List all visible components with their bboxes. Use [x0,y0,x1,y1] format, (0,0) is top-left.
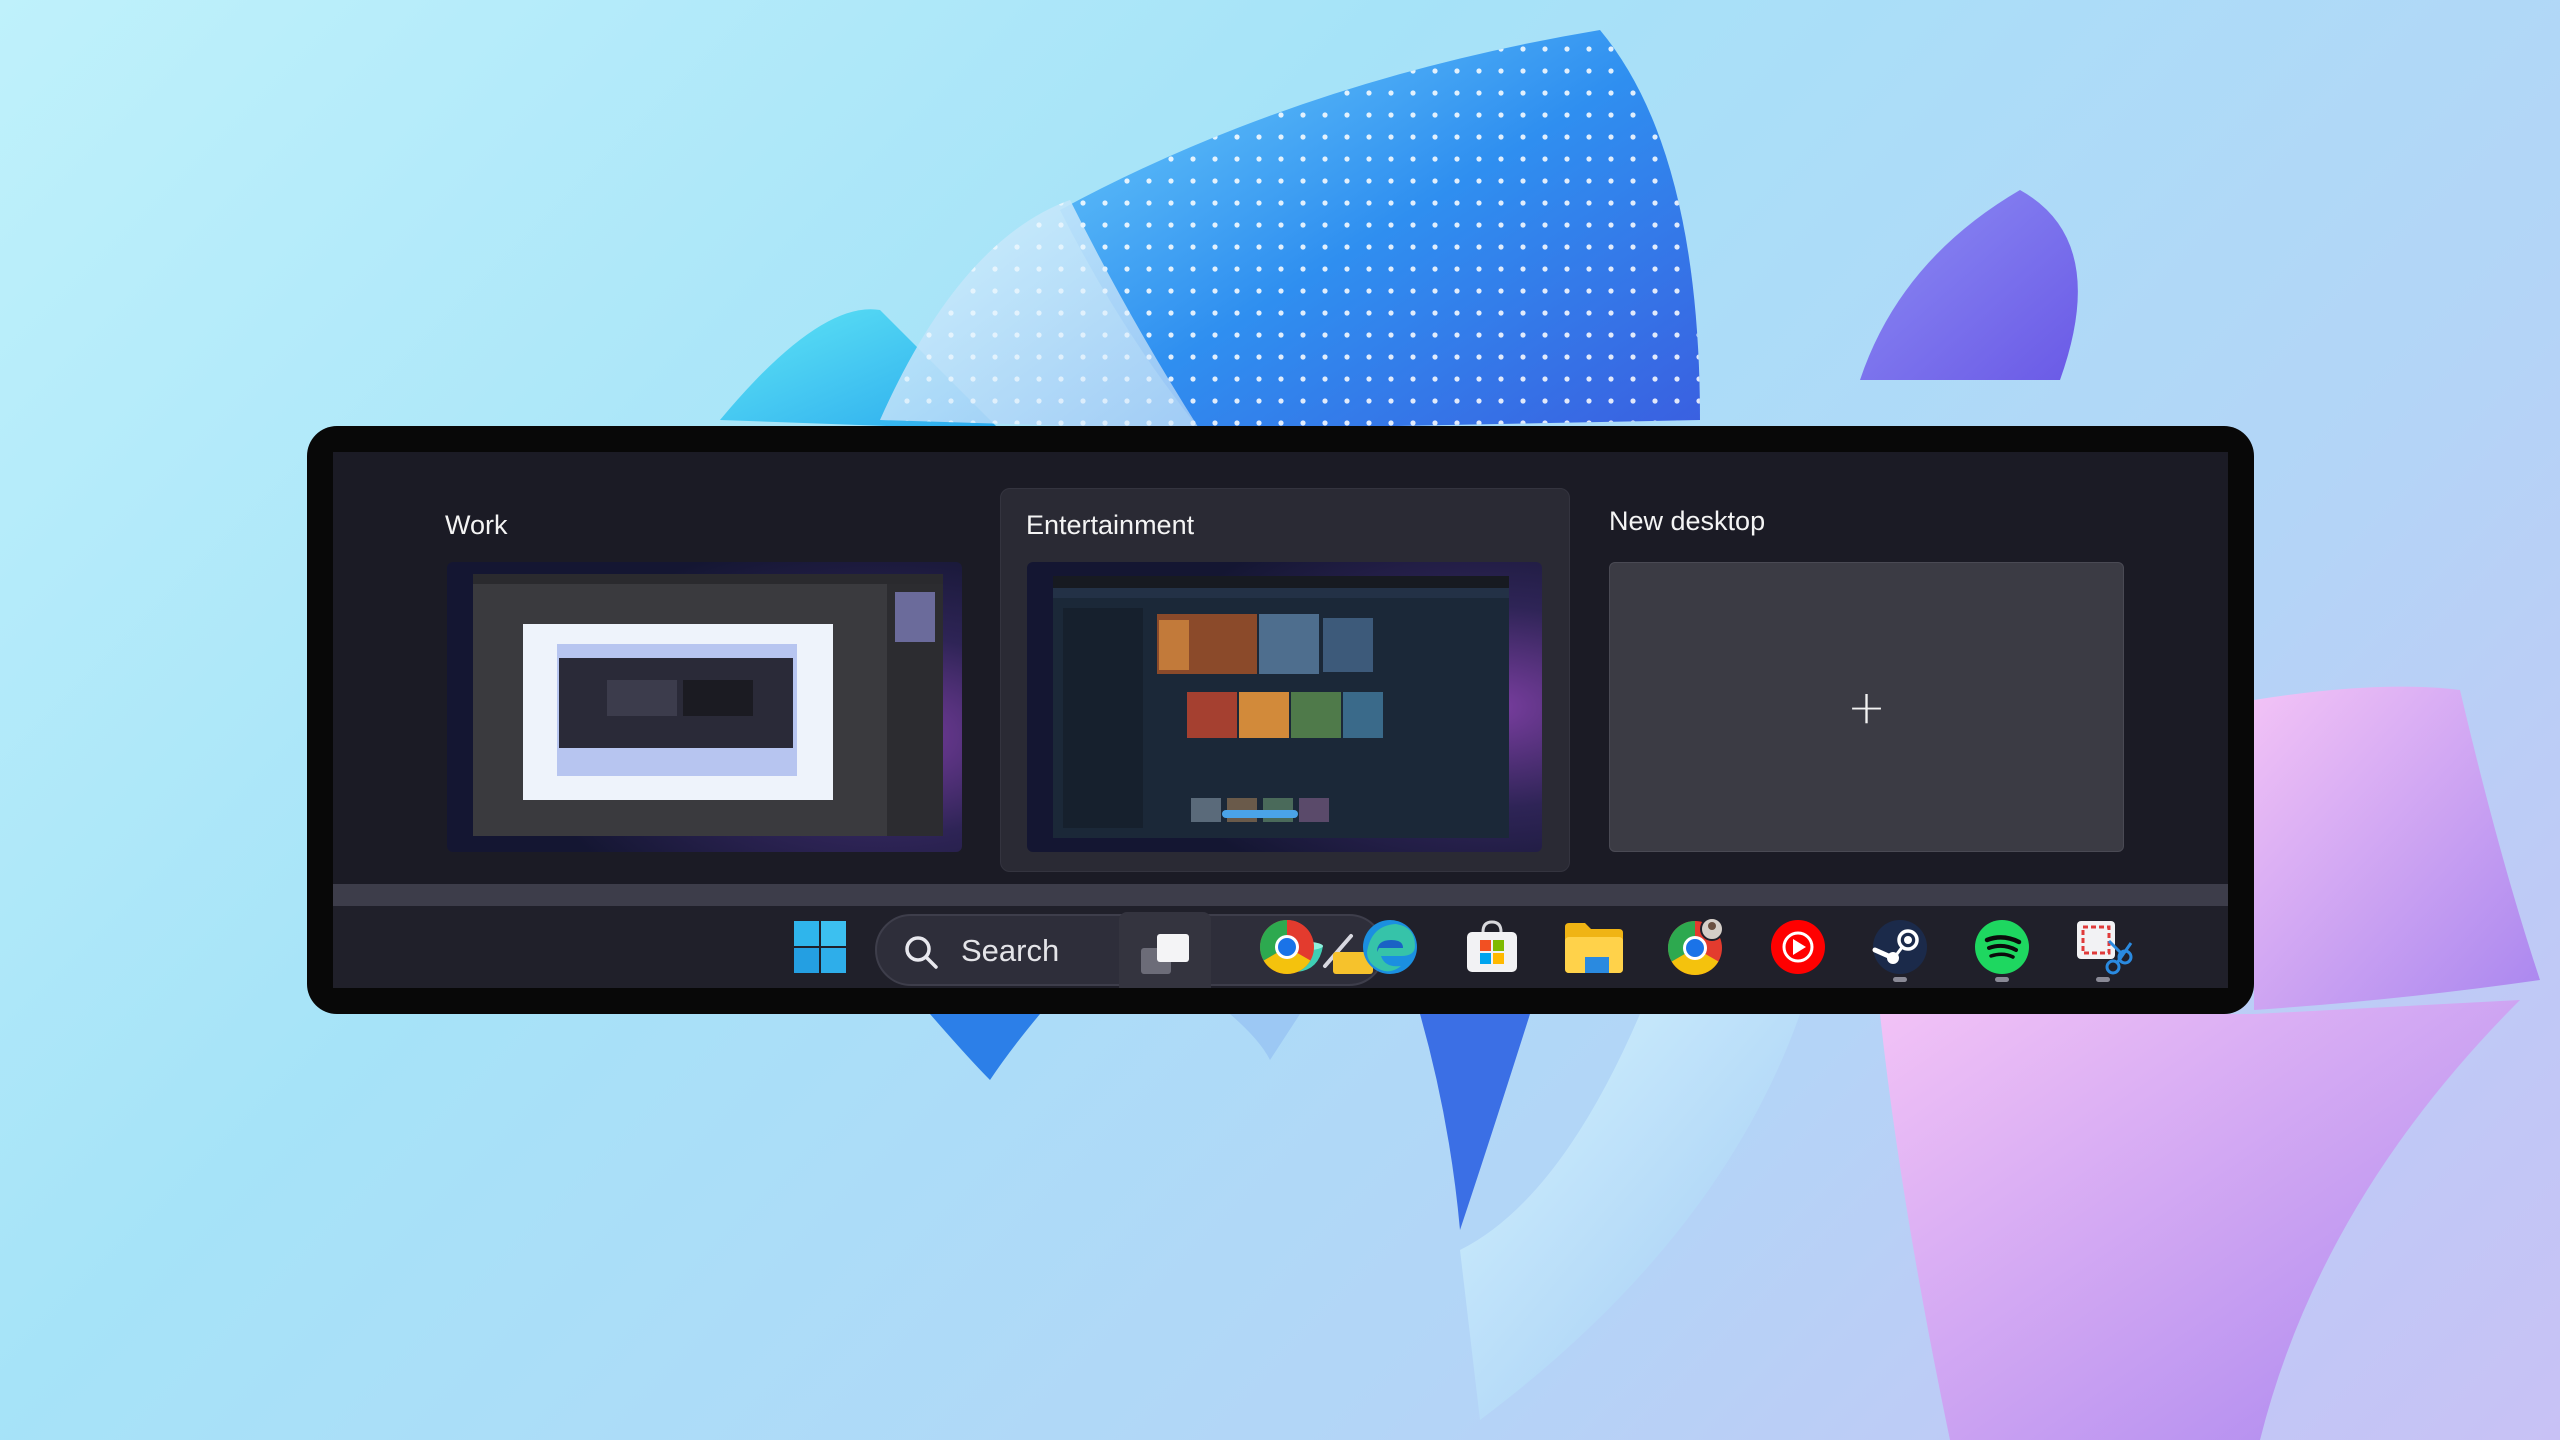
new-desktop-button[interactable]: + [1609,562,2124,852]
start-icon [794,921,846,973]
steam-icon [1872,920,1927,974]
desktop-title: Entertainment [1026,510,1195,540]
search-icon [905,936,938,969]
store-taskbar-button[interactable] [1447,906,1537,988]
desktop-thumbnail-work[interactable] [447,562,962,852]
snipping-tool-icon [2077,921,2133,975]
file-explorer-icon [1565,923,1623,973]
desktop-thumbnail-entertainment[interactable] [1027,562,1542,852]
chrome-icon [1259,920,1314,975]
running-indicator [1893,977,1907,982]
file-explorer-taskbar-button[interactable] [1549,906,1639,988]
task-view-panel: Work Entertainment New desktop + Search [307,426,2254,1014]
task-view-inner: Work Entertainment New desktop + Search [333,452,2228,988]
desktop-title: Work [445,510,508,540]
search-placeholder: Search [961,933,1060,968]
task-view-button[interactable] [1119,912,1211,988]
microsoft-store-icon [1467,920,1517,972]
edge-taskbar-button[interactable] [1345,906,1435,988]
plus-icon: + [1847,680,1886,734]
desktop-title: New desktop [1609,506,1766,536]
chrome-taskbar-button[interactable] [1242,906,1332,988]
start-button[interactable] [775,906,865,988]
taskbar: Search [333,906,2228,988]
snipping-tool-taskbar-button[interactable] [2058,906,2148,988]
youtube-music-icon [1771,920,1825,974]
running-indicator [2096,977,2110,982]
spotify-taskbar-button[interactable] [1957,906,2047,988]
divider [333,884,2228,906]
running-indicator [1995,977,2009,982]
active-desktop-indicator [1222,810,1298,818]
task-view-icon [1141,934,1189,974]
youtube-music-taskbar-button[interactable] [1753,906,1843,988]
edge-icon [1363,920,1417,974]
chrome-profile-icon [1667,917,1724,976]
desktops-area: Work Entertainment New desktop + [333,452,2228,884]
chrome-profile-taskbar-button[interactable] [1651,906,1741,988]
steam-taskbar-button[interactable] [1855,906,1945,988]
spotify-icon [1975,920,2029,974]
